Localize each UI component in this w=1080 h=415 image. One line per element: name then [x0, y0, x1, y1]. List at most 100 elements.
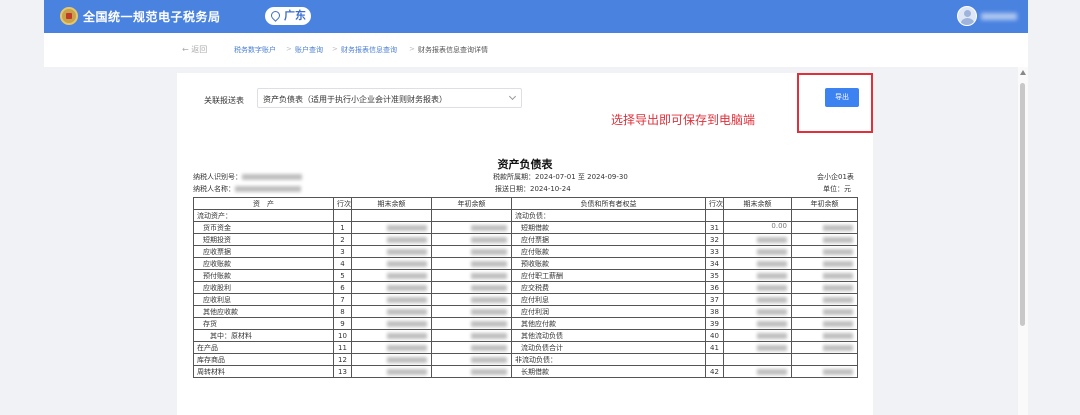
redacted-value [387, 309, 427, 315]
asset-begin-balance [431, 317, 512, 330]
redacted-value [471, 357, 507, 363]
asset-line-number: 8 [333, 305, 352, 318]
table-row: 预付账款 5 应付职工薪酬 35 [193, 269, 858, 282]
username-redacted[interactable] [981, 13, 1017, 20]
liability-item-label: 应付账款 [511, 245, 706, 258]
redacted-value [387, 261, 427, 267]
redacted-value [387, 273, 427, 279]
asset-end-balance [351, 269, 432, 282]
asset-line-number: 9 [333, 317, 352, 330]
asset-begin-balance [431, 329, 512, 342]
table-row: 在产品 11 流动负债合计 41 [193, 341, 858, 354]
asset-begin-balance [431, 257, 512, 270]
asset-begin-balance [431, 269, 512, 282]
table-row: 其他应收款 8 应付利润 38 [193, 305, 858, 318]
liability-end-balance: 0.00 [723, 221, 792, 234]
asset-item-label: 其中：原材料 [193, 329, 334, 342]
liability-line-number: 42 [705, 365, 724, 378]
liability-item-label: 应付职工薪酬 [511, 269, 706, 282]
liability-begin-balance [791, 329, 858, 342]
asset-end-balance [351, 257, 432, 270]
column-header: 资 产 [193, 197, 334, 210]
report-select-label: 关联报送表 [204, 96, 244, 105]
table-row: 应收股利 6 应交税费 36 [193, 281, 858, 294]
user-avatar-icon[interactable] [957, 6, 977, 26]
liability-line-number: 38 [705, 305, 724, 318]
redacted-value [387, 297, 427, 303]
liability-item-label: 其他应付款 [511, 317, 706, 330]
report-select-value: 资产负债表（适用于执行小企业会计准则财务报表） [263, 95, 447, 104]
redacted-value [471, 285, 507, 291]
column-header: 行次 [705, 197, 724, 210]
site-title: 全国统一规范电子税务局 [83, 10, 221, 24]
liability-begin-balance [791, 269, 858, 282]
liability-line-number: 39 [705, 317, 724, 330]
table-row: 周转材料 13 长期借款 42 [193, 365, 858, 378]
redacted-value [757, 249, 787, 255]
breadcrumb-separator: > [409, 45, 415, 53]
back-link[interactable]: ← 返回 [182, 44, 207, 55]
asset-line-number: 5 [333, 269, 352, 282]
redacted-value [757, 321, 787, 327]
breadcrumb-item-account-query[interactable]: 账户查询 [295, 45, 323, 55]
page-scrollbar[interactable] [1018, 67, 1028, 415]
breadcrumb-item-financial-query[interactable]: 财务报表信息查询 [341, 45, 397, 55]
redacted-value [387, 357, 427, 363]
column-header: 年初余额 [791, 197, 858, 210]
breadcrumb-item-digital-account[interactable]: 税务数字账户 [234, 45, 276, 55]
report-title: 资产负债表 [497, 158, 553, 171]
redacted-value [823, 333, 853, 339]
liability-begin-balance [791, 281, 858, 294]
liability-item-label: 应交税费 [511, 281, 706, 294]
liability-line-number: 40 [705, 329, 724, 342]
report-select[interactable]: 资产负债表（适用于执行小企业会计准则财务报表） [257, 88, 522, 108]
redacted-value [471, 297, 507, 303]
asset-item-label: 应收股利 [193, 281, 334, 294]
asset-begin-balance [431, 365, 512, 378]
redacted-value [471, 261, 507, 267]
redacted-value [387, 249, 427, 255]
taxpayer-name: 纳税人名称： [193, 184, 301, 194]
column-header: 负债和所有者权益 [511, 197, 706, 210]
redacted-value [471, 225, 507, 231]
liability-begin-balance [791, 221, 858, 234]
redacted-value [823, 273, 853, 279]
redacted-value [387, 285, 427, 291]
asset-line-number: 1 [333, 221, 352, 234]
tax-period: 税款所属期：2024-07-01 至 2024-09-30 [493, 173, 628, 181]
asset-begin-balance [431, 341, 512, 354]
chevron-down-icon [508, 92, 517, 101]
redacted-value [757, 273, 787, 279]
liability-item-label: 流动负债： [511, 209, 706, 222]
liability-end-balance [723, 233, 792, 246]
asset-end-balance [351, 329, 432, 342]
liability-line-number: 33 [705, 245, 724, 258]
asset-begin-balance [431, 209, 512, 222]
instruction-annotation: 选择导出即可保存到电脑端 [611, 113, 756, 127]
asset-line-number: 10 [333, 329, 352, 342]
liability-end-balance [723, 305, 792, 318]
asset-item-label: 在产品 [193, 341, 334, 354]
liability-end-balance [723, 365, 792, 378]
liability-item-label: 应付利息 [511, 293, 706, 306]
liability-begin-balance [791, 365, 858, 378]
redacted-value [757, 285, 787, 291]
scroll-up-icon[interactable] [1020, 70, 1026, 75]
redacted-value [471, 273, 507, 279]
table-row: 应收账款 4 预收账款 34 [193, 257, 858, 270]
asset-line-number: 7 [333, 293, 352, 306]
asset-begin-balance [431, 281, 512, 294]
liability-item-label: 长期借款 [511, 365, 706, 378]
asset-end-balance [351, 233, 432, 246]
breadcrumb-separator: > [286, 45, 292, 53]
redacted-value [471, 321, 507, 327]
export-button[interactable]: 导出 [825, 88, 859, 107]
region-selector[interactable]: 广东 [265, 7, 311, 25]
asset-item-label: 其他应收款 [193, 305, 334, 318]
redacted-value [471, 309, 507, 315]
asset-end-balance [351, 281, 432, 294]
scrollbar-thumb[interactable] [1020, 83, 1025, 326]
liability-item-label: 应付票据 [511, 233, 706, 246]
asset-begin-balance [431, 293, 512, 306]
redacted-value [823, 345, 853, 351]
